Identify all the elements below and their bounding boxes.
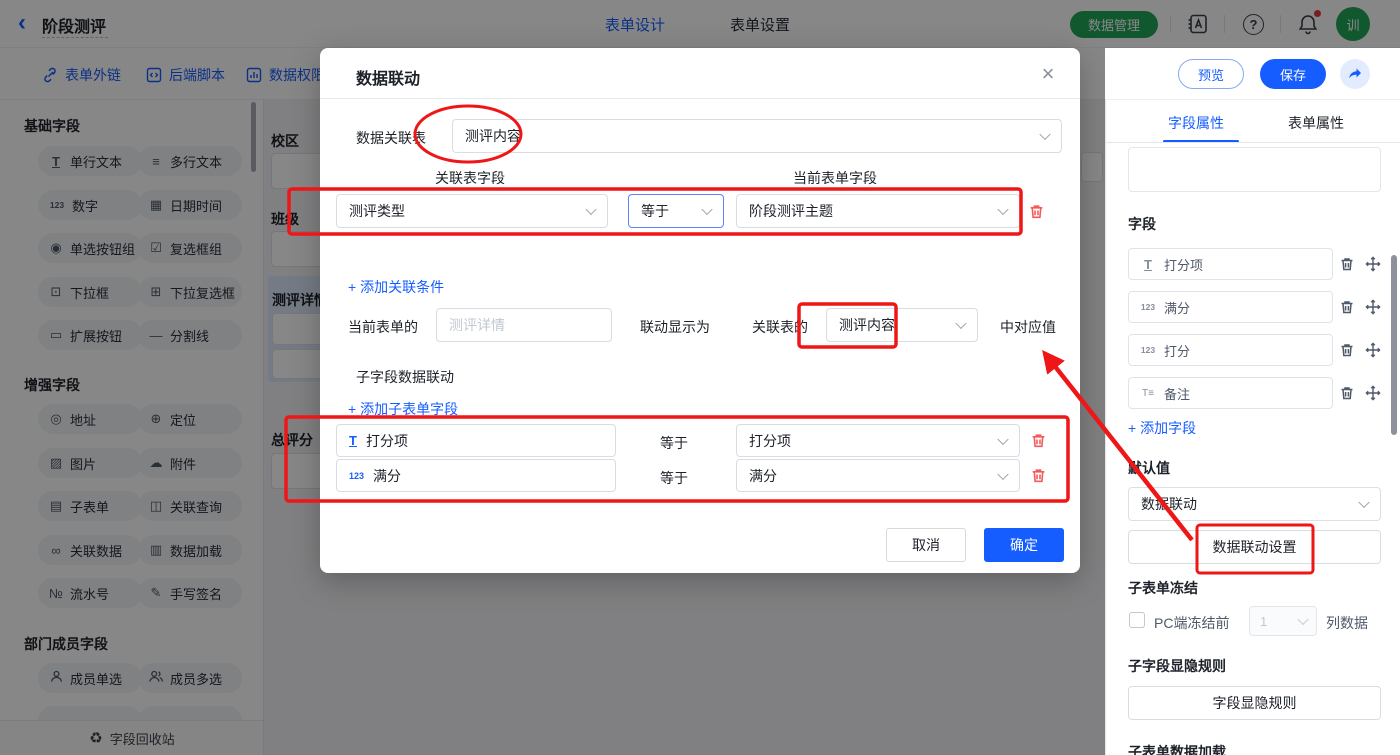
- subfield-source-box[interactable]: 123 满分: [336, 459, 616, 492]
- subfield-target-select[interactable]: 打分项: [736, 424, 1020, 457]
- subfield-operator: 等于: [660, 435, 688, 451]
- subfield-source-label: 满分: [373, 467, 402, 484]
- data-linkage-settings-button[interactable]: 数据联动设置: [1128, 530, 1381, 564]
- related-field-select[interactable]: 测评内容: [826, 308, 978, 342]
- modal-overlay: [0, 0, 1400, 48]
- move-field-icon[interactable]: [1365, 299, 1381, 315]
- panel-scrollbar[interactable]: [1391, 255, 1397, 435]
- display-as-label: 联动显示为: [640, 319, 710, 335]
- subfield-source-box[interactable]: T 打分项: [336, 424, 616, 457]
- freeze-column-suffix: 列数据: [1326, 615, 1368, 631]
- multiline-text-icon: T≡: [1142, 387, 1154, 399]
- pc-freeze-checkbox[interactable]: [1129, 612, 1145, 628]
- pc-freeze-label: PC端冻结前: [1154, 615, 1230, 631]
- subform-data-load-title: 子表单数据加载: [1128, 744, 1226, 755]
- delete-condition-icon[interactable]: [1028, 203, 1045, 223]
- subfield-visibility-title: 子字段显隐规则: [1128, 658, 1226, 674]
- field-label: 打分项: [1164, 257, 1204, 273]
- corresponding-value-label: 中对应值: [1000, 319, 1056, 335]
- delete-subfield-icon[interactable]: [1030, 432, 1047, 452]
- field-label: 备注: [1164, 386, 1191, 402]
- share-button[interactable]: [1340, 59, 1370, 89]
- number-icon: 123: [1140, 345, 1156, 355]
- related-table-label: 关联表的: [752, 319, 808, 335]
- tab-field-properties[interactable]: 字段属性: [1168, 113, 1224, 133]
- subfield-source-label: 打分项: [365, 432, 408, 449]
- chevron-down-icon: [1297, 613, 1309, 626]
- column-header-related-field: 关联表字段: [435, 170, 505, 186]
- save-button[interactable]: 保存: [1260, 59, 1326, 89]
- condition-operator-select[interactable]: 等于: [628, 194, 724, 228]
- subfield-target-select[interactable]: 满分: [736, 459, 1020, 492]
- delete-subfield-icon[interactable]: [1030, 467, 1047, 487]
- delete-field-icon[interactable]: [1339, 342, 1355, 358]
- chevron-down-icon: [1358, 496, 1370, 509]
- chevron-down-icon: [997, 468, 1009, 480]
- delete-field-icon[interactable]: [1339, 299, 1355, 315]
- panel-field-row[interactable]: T≡ 备注: [1128, 377, 1333, 409]
- tab-form-properties[interactable]: 表单属性: [1288, 113, 1344, 133]
- subfield-operator: 等于: [660, 470, 688, 486]
- move-field-icon[interactable]: [1365, 256, 1381, 272]
- app-root: ‹ 阶段测评 表单设计 表单设置 数据管理 ? 训 表单外链 后端脚本 数据权限…: [0, 0, 1400, 755]
- add-subform-field-link[interactable]: + 添加子表单字段: [348, 399, 458, 419]
- modal-header-divider: [320, 98, 1080, 99]
- property-panel: 字段属性 表单属性 字段 T 打分项 123 满分 123 打分 T≡ 备注 + 添加字…: [1105, 100, 1400, 755]
- condition-target-value: 阶段测评主题: [749, 203, 833, 219]
- number-icon: 123: [349, 470, 365, 481]
- field-label: 打分: [1164, 343, 1191, 359]
- share-arrow-icon: [1349, 68, 1361, 79]
- move-field-icon[interactable]: [1365, 342, 1381, 358]
- tab-divider: [1106, 142, 1400, 143]
- subfield-target-value: 打分项: [749, 432, 791, 449]
- relation-table-select[interactable]: 测评内容: [452, 119, 1062, 153]
- single-line-text-icon: T: [349, 433, 357, 448]
- data-linkage-modal: 数据联动 × 数据关联表 测评内容 关联表字段 当前表单字段 测评类型 等于 阶…: [320, 48, 1080, 573]
- chevron-down-icon: [997, 433, 1009, 445]
- chevron-down-icon: [1039, 128, 1051, 141]
- delete-field-icon[interactable]: [1339, 256, 1355, 272]
- confirm-button[interactable]: 确定: [984, 528, 1064, 562]
- fields-section-title: 字段: [1128, 216, 1156, 232]
- close-icon[interactable]: ×: [1034, 60, 1062, 88]
- chevron-down-icon: [997, 203, 1009, 216]
- freeze-column-select[interactable]: 1: [1249, 606, 1317, 636]
- freeze-column-value: 1: [1260, 613, 1268, 629]
- condition-target-select[interactable]: 阶段测评主题: [736, 194, 1020, 228]
- field-label: 满分: [1164, 300, 1191, 316]
- modal-title: 数据联动: [356, 71, 421, 88]
- chevron-down-icon: [955, 317, 967, 330]
- column-header-current-field: 当前表单字段: [793, 170, 877, 186]
- delete-field-icon[interactable]: [1339, 385, 1355, 401]
- panel-field-row[interactable]: 123 打分: [1128, 334, 1333, 366]
- relation-table-value: 测评内容: [465, 128, 521, 144]
- single-line-text-icon: T: [1144, 256, 1152, 272]
- panel-field-row[interactable]: T 打分项: [1128, 248, 1333, 280]
- subfield-target-value: 满分: [749, 467, 777, 484]
- cancel-button[interactable]: 取消: [886, 528, 966, 562]
- related-field-value: 测评内容: [839, 317, 895, 333]
- current-form-field-input[interactable]: [436, 308, 612, 342]
- chevron-down-icon: [585, 203, 597, 216]
- subform-freeze-title: 子表单冻结: [1128, 580, 1198, 596]
- default-value-title: 默认值: [1128, 460, 1170, 476]
- condition-field-select[interactable]: 测评类型: [336, 194, 608, 228]
- preview-button[interactable]: 预览: [1178, 59, 1244, 89]
- default-value-select[interactable]: 数据联动: [1128, 487, 1381, 521]
- chevron-down-icon: [701, 203, 713, 216]
- panel-field-row[interactable]: 123 满分: [1128, 291, 1333, 323]
- add-field-link[interactable]: + 添加字段: [1128, 418, 1196, 438]
- move-field-icon[interactable]: [1365, 385, 1381, 401]
- subfield-linkage-title: 子字段数据联动: [356, 369, 454, 385]
- field-description-box[interactable]: [1128, 147, 1381, 192]
- number-icon: 123: [1140, 302, 1156, 312]
- current-form-label: 当前表单的: [348, 319, 418, 335]
- field-visibility-rules-button[interactable]: 字段显隐规则: [1128, 686, 1381, 720]
- condition-operator-value: 等于: [641, 203, 669, 219]
- condition-field-value: 测评类型: [349, 203, 405, 219]
- default-value-text: 数据联动: [1141, 496, 1197, 512]
- add-condition-link[interactable]: + 添加关联条件: [348, 277, 444, 297]
- relation-table-label: 数据关联表: [356, 130, 426, 146]
